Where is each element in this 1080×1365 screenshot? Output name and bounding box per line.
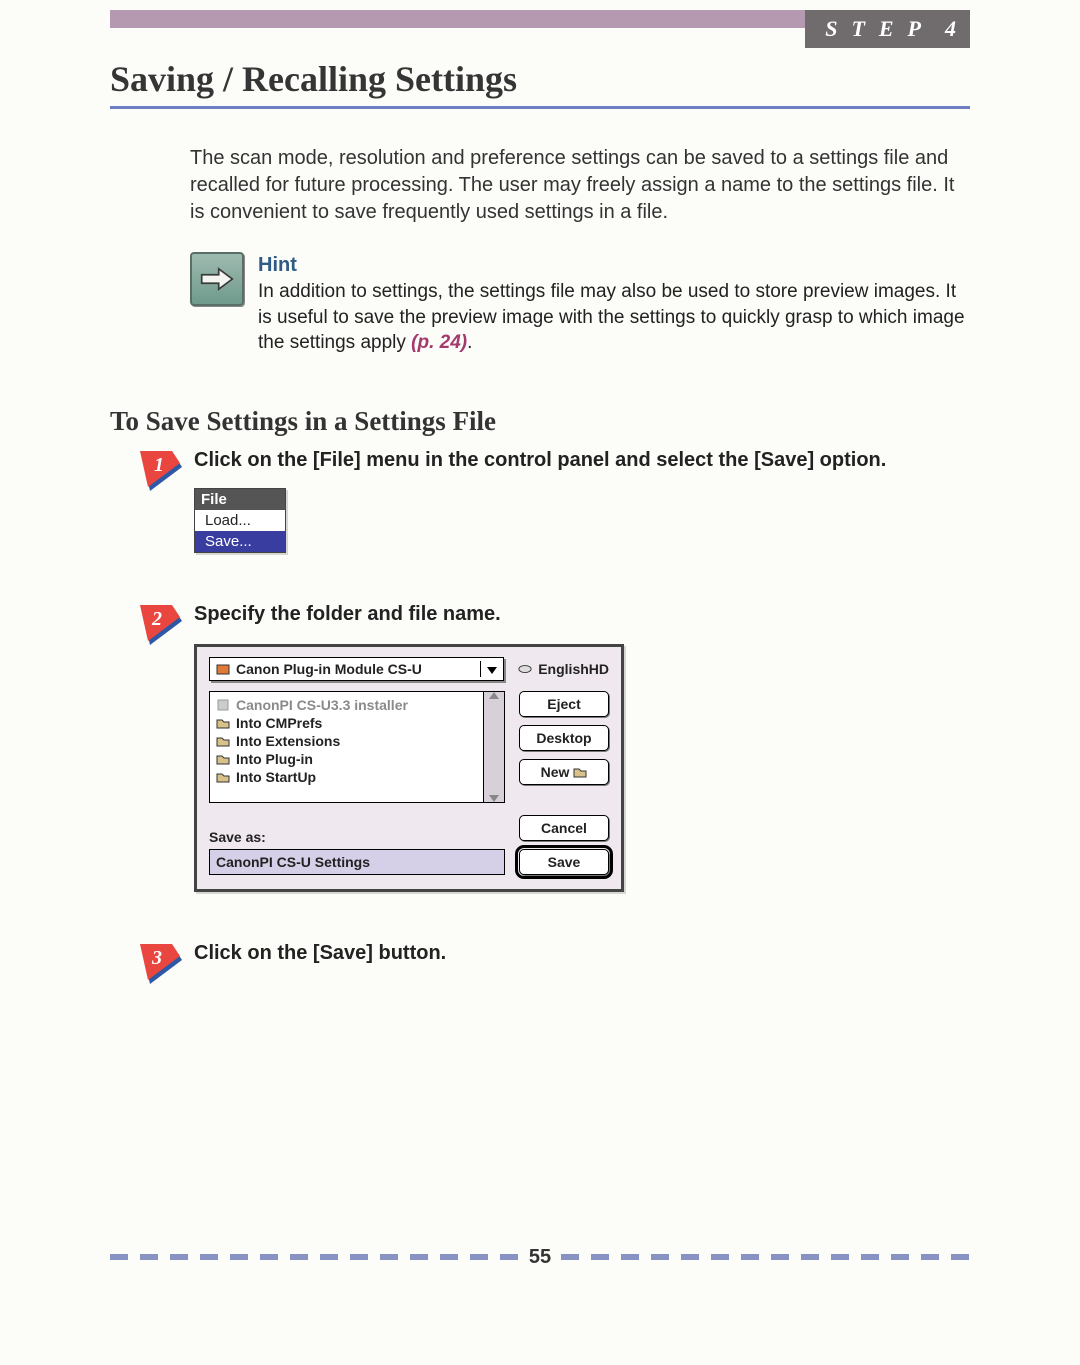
list-item: Into Extensions: [216, 732, 477, 750]
step3-text: Click on the [Save] button.: [194, 942, 446, 964]
scrollbar[interactable]: [483, 692, 504, 802]
list-item: Into StartUp: [216, 768, 477, 786]
hint-label: Hint: [258, 252, 970, 279]
list-item: Into Plug-in: [216, 750, 477, 768]
section-heading: To Save Settings in a Settings File: [110, 406, 970, 437]
hint-text: In addition to settings, the settings fi…: [258, 281, 965, 353]
list-item: CanonPI CS-U3.3 installer: [216, 696, 477, 714]
new-folder-button[interactable]: New: [519, 759, 609, 785]
step-number: 4: [935, 16, 970, 41]
file-menu-header[interactable]: File: [195, 489, 285, 510]
svg-text:3: 3: [151, 947, 162, 969]
scroll-down-icon[interactable]: [489, 795, 499, 802]
file-menu: File Load... Save...: [194, 488, 286, 553]
svg-text:1: 1: [154, 454, 164, 476]
saveas-label: Save as:: [209, 829, 505, 845]
save-dialog: Canon Plug-in Module CS-U EnglishHD Cano…: [194, 644, 624, 892]
step-badge-3: 3: [140, 942, 184, 986]
step-badge-1: 1: [140, 449, 184, 493]
saveas-input[interactable]: CanonPI CS-U Settings: [209, 849, 505, 875]
save-button[interactable]: Save: [519, 849, 609, 875]
hint-period: .: [467, 332, 472, 353]
cancel-button[interactable]: Cancel: [519, 815, 609, 841]
step-word: STEP: [825, 16, 935, 41]
hint-icon: [190, 252, 244, 306]
folder-dropdown[interactable]: Canon Plug-in Module CS-U: [209, 657, 504, 681]
page-ref-link[interactable]: (p. 24): [411, 332, 467, 353]
title-rule: [110, 106, 970, 109]
header-bar: STEP4: [110, 10, 970, 28]
chevron-down-icon: [487, 667, 497, 674]
page-number: 55: [529, 1246, 551, 1269]
disk-indicator[interactable]: EnglishHD: [518, 661, 609, 677]
eject-button[interactable]: Eject: [519, 691, 609, 717]
intro-paragraph: The scan mode, resolution and preference…: [190, 145, 960, 226]
scroll-up-icon[interactable]: [489, 692, 499, 699]
step1-text: Click on the [File] menu in the control …: [194, 449, 886, 471]
disk-label: EnglishHD: [538, 661, 609, 677]
step-indicator: STEP4: [805, 10, 970, 48]
folder-dropdown-value: Canon Plug-in Module CS-U: [236, 661, 422, 677]
svg-text:2: 2: [151, 608, 162, 630]
file-list[interactable]: CanonPI CS-U3.3 installer Into CMPrefs I…: [209, 691, 505, 803]
step2-text: Specify the folder and file name.: [194, 603, 501, 625]
page-footer: 55: [110, 1246, 970, 1269]
desktop-button[interactable]: Desktop: [519, 725, 609, 751]
file-menu-load[interactable]: Load...: [195, 510, 285, 531]
footer-dash-left: [110, 1254, 519, 1260]
footer-dash-right: [561, 1254, 970, 1260]
list-item: Into CMPrefs: [216, 714, 477, 732]
page-title: Saving / Recalling Settings: [110, 58, 970, 100]
file-menu-save[interactable]: Save...: [195, 531, 285, 552]
step-badge-2: 2: [140, 603, 184, 647]
